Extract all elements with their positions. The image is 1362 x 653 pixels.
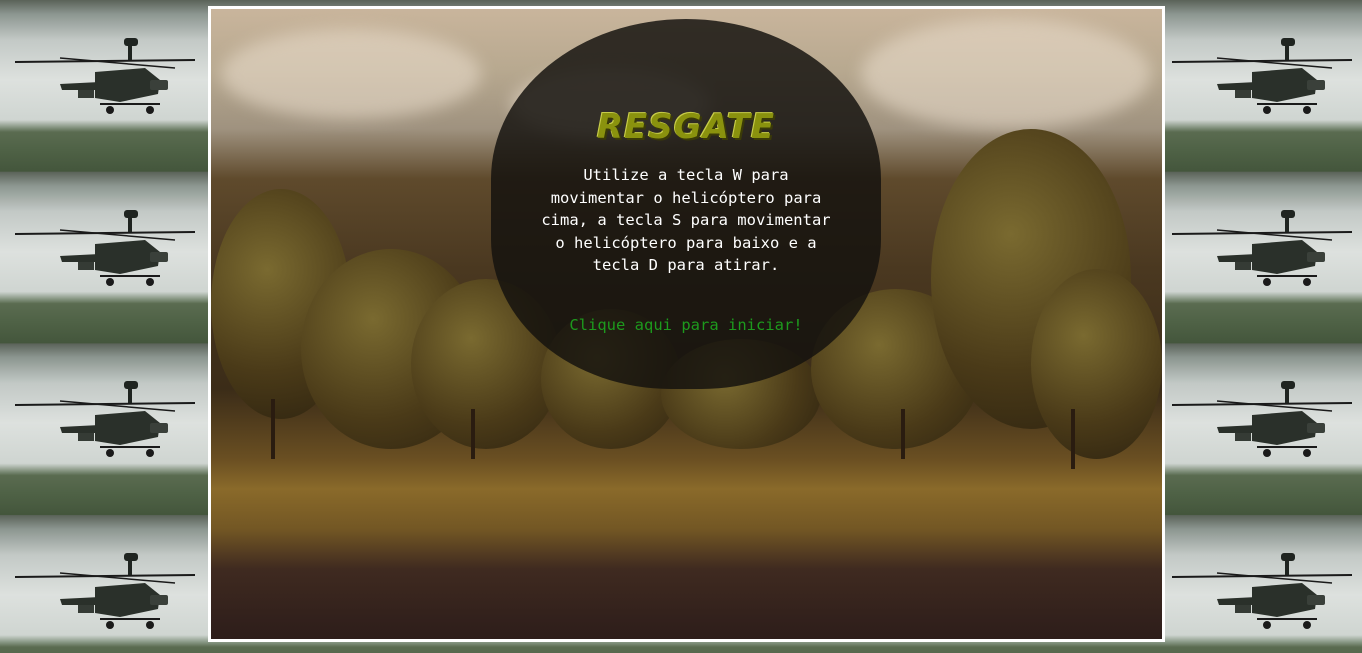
tree-trunk: [1071, 409, 1075, 469]
helicopter-icon: [0, 204, 205, 304]
start-game-link[interactable]: Clique aqui para iniciar!: [491, 316, 881, 334]
helicopter-icon: [1157, 32, 1362, 132]
game-title: RESGATE: [596, 107, 776, 147]
tree: [1031, 269, 1162, 459]
helicopter-icon: [1157, 375, 1362, 475]
helicopter-icon: [1157, 547, 1362, 647]
cloud: [861, 19, 1151, 129]
helicopter-icon: [0, 32, 205, 132]
tree-trunk: [471, 409, 475, 459]
tree-trunk: [901, 409, 905, 459]
cloud: [221, 29, 481, 119]
tree-trunk: [271, 399, 275, 459]
helicopter-icon: [0, 375, 205, 475]
helicopter-icon: [0, 547, 205, 647]
helicopter-icon: [1157, 204, 1362, 304]
game-instructions: Utilize a tecla W para movimentar o heli…: [541, 166, 831, 274]
start-menu-panel: RESGATE Utilize a tecla W para movimenta…: [491, 19, 881, 389]
